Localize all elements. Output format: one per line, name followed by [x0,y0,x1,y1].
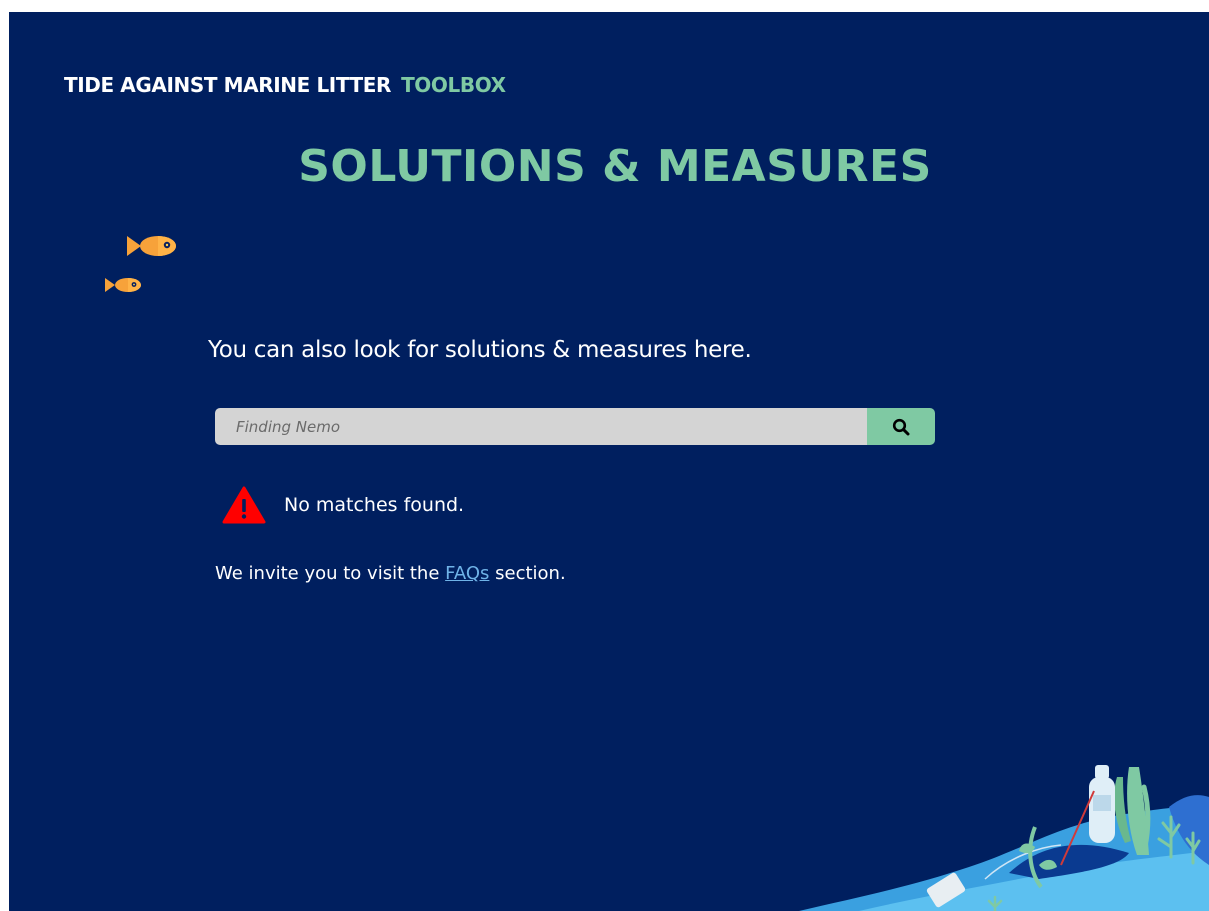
ocean-litter-illustration [799,765,1209,911]
faq-invite: We invite you to visit the FAQs section. [215,563,566,584]
page-frame: TIDE AGAINST MARINE LITTER TOOLBOX SOLUTI… [9,12,1209,911]
no-results-message: No matches found. [284,494,465,516]
intro-text: You can also look for solutions & measur… [208,337,752,363]
search-bar [215,408,935,445]
fish-icon [127,236,176,256]
brand-toolbox-label: TOOLBOX [401,73,506,97]
fish-icon [105,278,141,292]
page-title: SOLUTIONS & MEASURES [298,141,932,192]
no-results-alert: No matches found. [222,486,464,524]
search-icon [892,418,910,435]
warning-icon [222,486,266,524]
invite-text-before: We invite you to visit the [215,563,440,584]
brand-title: TIDE AGAINST MARINE LITTER [64,73,392,97]
site-brand[interactable]: TIDE AGAINST MARINE LITTER TOOLBOX [64,73,506,97]
search-input[interactable] [215,408,867,445]
invite-text-after: section. [495,563,566,584]
faq-link[interactable]: FAQs [445,563,489,584]
search-button[interactable] [867,408,935,445]
